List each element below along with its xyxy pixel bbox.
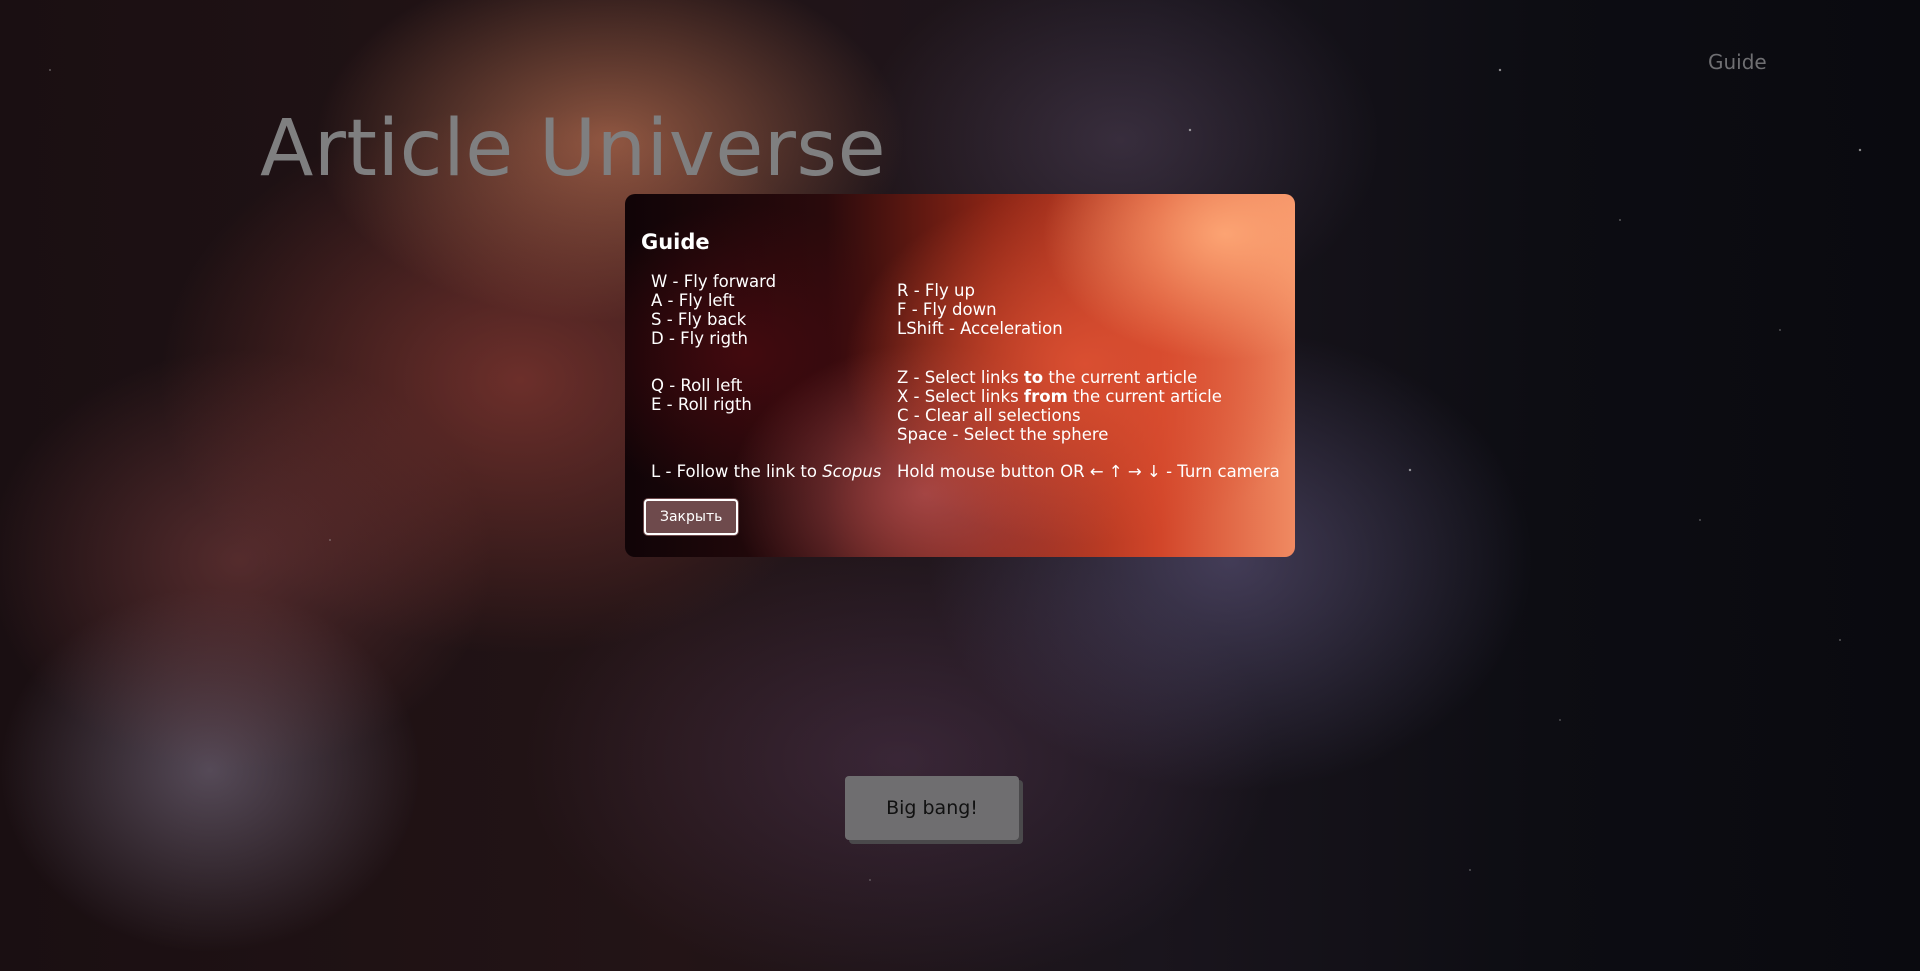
vertical-keys-group: R - Fly up F - Fly down LShift - Acceler… [897,272,1280,348]
nav-guide-link[interactable]: Guide [1708,50,1767,74]
key-c-line: C - Clear all selections [897,406,1081,425]
key-x-suffix: the current article [1067,387,1222,406]
key-s-line: S - Fly back [651,310,747,329]
guide-modal: Guide W - Fly forward A - Fly left S - F… [625,194,1295,557]
key-q-line: Q - Roll left [651,376,743,395]
key-l-prefix: L - Follow the link to [651,462,823,481]
key-r-line: R - Fly up [897,281,975,300]
key-lshift-line: LShift - Acceleration [897,319,1063,338]
key-space-line: Space - Select the sphere [897,425,1109,444]
roll-keys-group: Q - Roll left E - Roll rigth [651,348,897,444]
key-z-bold: to [1023,368,1044,387]
key-z-suffix: the current article [1043,368,1198,387]
key-z-prefix: Z - Select links [897,368,1024,387]
link-key-line: L - Follow the link to Scopus [651,444,897,481]
key-x-bold: from [1023,387,1068,406]
controls-grid: W - Fly forward A - Fly left S - Fly bac… [641,272,1280,481]
selection-keys-group: Z - Select links to the current article … [897,348,1280,444]
key-l-italic: Scopus [822,462,882,481]
key-w-line: W - Fly forward [651,272,777,291]
key-z-line: Z - Select links to the current article [897,368,1280,387]
movement-keys-group: W - Fly forward A - Fly left S - Fly bac… [651,272,897,348]
key-d-line: D - Fly rigth [651,329,749,348]
modal-title: Guide [641,230,710,254]
page-title: Article Universe [260,104,887,194]
camera-control-line: Hold mouse button OR ← ↑ → ↓ - Turn came… [897,462,1280,481]
big-bang-button[interactable]: Big bang! [845,776,1019,840]
close-button[interactable]: Закрыть [644,499,739,535]
key-f-line: F - Fly down [897,300,997,319]
background-scene: Guide Article Universe Guide W - Fly for… [0,0,1920,971]
key-x-line: X - Select links from the current articl… [897,387,1280,406]
key-e-line: E - Roll rigth [651,395,752,414]
key-a-line: A - Fly left [651,291,735,310]
key-x-prefix: X - Select links [897,387,1024,406]
